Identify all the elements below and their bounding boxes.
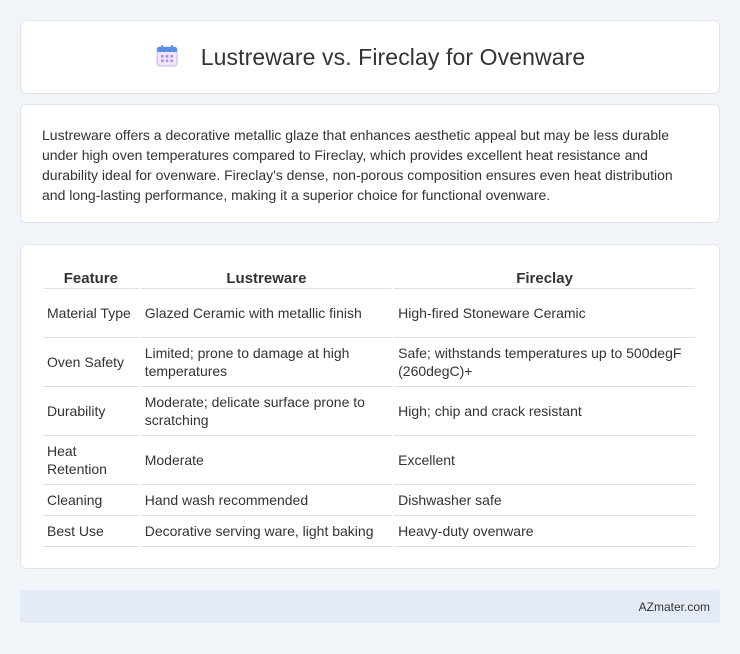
lustreware-cell: Hand wash recommended [140,485,393,516]
lustreware-cell: Moderate [140,436,393,485]
comparison-card: Feature Lustreware Fireclay Material Typ… [20,244,720,569]
fireclay-cell: High; chip and crack resistant [394,387,695,436]
fireclay-cell: High-fired Stoneware Ceramic [394,289,695,338]
feature-cell: Durability [43,387,139,436]
fireclay-cell: Excellent [394,436,695,485]
table-row: Durability Moderate; delicate surface pr… [43,387,695,436]
feature-cell: Cleaning [43,485,139,516]
fireclay-cell: Safe; withstands temperatures up to 500d… [394,338,695,387]
description-text: Lustreware offers a decorative metallic … [42,127,673,203]
header-lustreware: Lustreware [140,265,393,289]
feature-cell: Best Use [43,516,139,547]
table-row: Heat Retention Moderate Excellent [43,436,695,485]
footer-site-link[interactable]: AZmater.com [639,600,710,614]
feature-cell: Heat Retention [43,436,139,485]
lustreware-cell: Moderate; delicate surface prone to scra… [140,387,393,436]
header-fireclay: Fireclay [394,265,695,289]
feature-cell: Material Type [43,289,139,338]
table-row: Oven Safety Limited; prone to damage at … [43,338,695,387]
lustreware-cell: Decorative serving ware, light baking [140,516,393,547]
header-feature: Feature [43,265,139,289]
table-row: Material Type Glazed Ceramic with metall… [43,289,695,338]
page-title: Lustreware vs. Fireclay for Ovenware [200,43,586,70]
description-card: Lustreware offers a decorative metallic … [20,104,720,223]
lustreware-cell: Limited; prone to damage at high tempera… [140,338,393,387]
lustreware-cell: Glazed Ceramic with metallic finish [140,289,393,338]
title-card: Lustreware vs. Fireclay for Ovenware [20,20,720,94]
footer: AZmater.com [20,590,720,623]
table-row: Best Use Decorative serving ware, light … [43,516,695,547]
calendar-icon [156,45,178,67]
table-header-row: Feature Lustreware Fireclay [43,265,695,289]
comparison-table: Feature Lustreware Fireclay Material Typ… [41,265,697,547]
feature-cell: Oven Safety [43,338,139,387]
fireclay-cell: Heavy-duty ovenware [394,516,695,547]
fireclay-cell: Dishwasher safe [394,485,695,516]
table-row: Cleaning Hand wash recommended Dishwashe… [43,485,695,516]
